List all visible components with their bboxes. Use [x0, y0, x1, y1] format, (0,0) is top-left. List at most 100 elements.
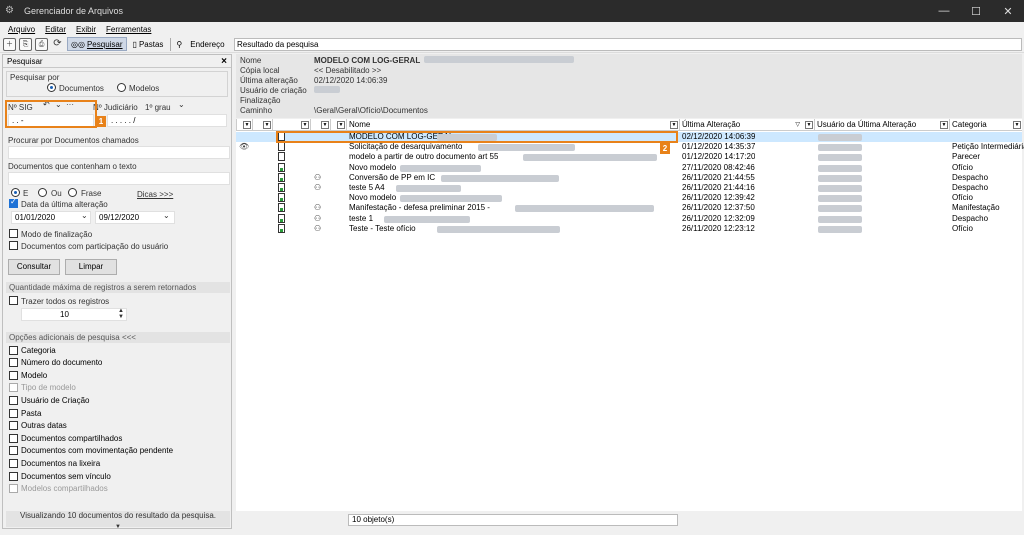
- menu-arquivo[interactable]: Arquivo: [8, 25, 35, 34]
- refresh-icon[interactable]: ⟳: [51, 38, 64, 51]
- op-or-radio[interactable]: [38, 188, 47, 198]
- row-date: 27/11/2020 08:42:46: [682, 162, 755, 172]
- option-row[interactable]: Usuário de Criação: [9, 394, 89, 406]
- seal-icon: ⚇: [314, 172, 322, 182]
- menu-exibir[interactable]: Exibir: [76, 25, 96, 34]
- option-row[interactable]: Documentos compartilhados: [9, 432, 122, 444]
- option-row[interactable]: Número do documento: [9, 357, 102, 369]
- redacted-user: [818, 164, 862, 172]
- row-name: teste 5 A4: [349, 183, 385, 192]
- table-row[interactable]: Novo modelo 27/11/2020 08:42:46 Ofício: [236, 162, 1022, 173]
- toolbar-divider: [170, 37, 172, 51]
- table-row[interactable]: 👁 Solicitação de desarquivamento 01/12/202…: [236, 142, 1024, 152]
- option-row[interactable]: Modelo: [9, 369, 47, 381]
- menu-ferramentas[interactable]: Ferramentas: [106, 25, 151, 34]
- additional-options-section[interactable]: Opções adicionais de pesquisa <<<: [6, 332, 230, 343]
- option-checkbox[interactable]: [9, 395, 18, 405]
- consult-button[interactable]: Consultar: [8, 259, 60, 275]
- participation-checkbox[interactable]: [9, 241, 18, 251]
- bring-all-checkbox[interactable]: [9, 296, 18, 306]
- prop-creator-row: Usuário de criação: [240, 86, 340, 96]
- redacted-user: [818, 205, 862, 213]
- col-last-user-header[interactable]: Usuário da Última Alteração ▼: [814, 119, 949, 131]
- copy-icon[interactable]: ⎘: [19, 37, 32, 51]
- option-checkbox[interactable]: [9, 433, 18, 443]
- new-document-icon[interactable]: ＋: [3, 37, 16, 51]
- grade-dropdown-icon[interactable]: ⌄: [178, 100, 185, 109]
- option-checkbox[interactable]: [9, 345, 18, 355]
- minimize-button[interactable]: —: [928, 0, 960, 22]
- col-view-header[interactable]: ▼: [252, 119, 272, 131]
- max-records-input[interactable]: 10: [21, 308, 127, 321]
- document-icon: [278, 142, 285, 152]
- clear-button[interactable]: Limpar: [65, 259, 117, 275]
- tips-link[interactable]: Dicas >>>: [137, 190, 173, 199]
- view-icon[interactable]: 👁: [239, 142, 249, 151]
- prop-last-change-label: Última alteração: [240, 76, 298, 85]
- prop-local-copy-row: Cópia local << Desabilitado >>: [240, 66, 381, 76]
- option-checkbox[interactable]: [9, 358, 18, 368]
- option-checkbox[interactable]: [9, 446, 18, 456]
- option-label: Categoria: [21, 345, 56, 355]
- option-row[interactable]: Categoria: [9, 344, 56, 356]
- results-grid: MODELO COM LOG-GERAL 02/12/2020 14:06:39 👁…: [236, 131, 1024, 511]
- print-icon[interactable]: ⎙: [35, 37, 48, 51]
- date-to-dropdown-icon[interactable]: ⌄: [163, 211, 170, 220]
- close-panel-icon[interactable]: ×: [221, 56, 227, 67]
- judicial-input[interactable]: . . . . . /: [107, 114, 227, 127]
- seal-icon: ⚇: [314, 223, 322, 233]
- last-change-checkbox[interactable]: [9, 197, 18, 209]
- option-label: Documentos sem vínculo: [21, 471, 111, 481]
- option-checkbox[interactable]: [9, 421, 18, 431]
- table-row[interactable]: ⚇ Conversão de PP em IC 26/11/2020 21:44:5…: [236, 172, 1022, 183]
- option-row[interactable]: Documentos na lixeira: [9, 457, 100, 469]
- date-from-dropdown-icon[interactable]: ⌄: [81, 211, 88, 220]
- window-title: Gerenciador de Arquivos: [24, 6, 124, 16]
- search-toggle-button[interactable]: ◎◎ Pesquisar: [67, 37, 127, 51]
- col-expand-header[interactable]: ▼: [236, 119, 252, 131]
- folders-toggle-button[interactable]: ▯ Pastas: [130, 37, 167, 51]
- option-row[interactable]: Documentos com movimentação pendente: [9, 445, 173, 457]
- table-row[interactable]: ⚇ Manifestação - defesa preliminar 2015 -…: [236, 203, 1022, 213]
- option-checkbox[interactable]: [9, 471, 18, 481]
- menu-editar[interactable]: Editar: [45, 25, 66, 34]
- option-label: Documentos compartilhados: [21, 433, 123, 443]
- col-seal-header[interactable]: ▼: [310, 119, 330, 131]
- table-row[interactable]: Novo modelo 26/11/2020 12:39:42 Ofício: [236, 193, 1022, 203]
- finalization-checkbox[interactable]: [9, 229, 18, 239]
- option-checkbox[interactable]: [9, 370, 18, 380]
- maximize-button[interactable]: ☐: [960, 0, 992, 22]
- grid-header: ▼ ▼ ▼ ▼ ▼ Nome ▼ Última Alteração ▽ ▼ Usuár…: [236, 119, 1022, 131]
- option-checkbox[interactable]: [9, 458, 18, 468]
- option-row[interactable]: Documentos sem vínculo: [9, 470, 111, 482]
- op-and-radio[interactable]: [11, 188, 20, 198]
- documents-radio[interactable]: [47, 83, 56, 93]
- option-label: Outras datas: [21, 421, 67, 431]
- table-row[interactable]: ⚇ teste 5 A4 26/11/2020 21:44:16 Despacho: [236, 183, 1022, 193]
- table-row[interactable]: modelo a partir de outro documento art 5…: [236, 152, 1022, 162]
- option-row[interactable]: Pasta: [9, 407, 41, 419]
- redacted-user: [818, 154, 862, 162]
- address-field[interactable]: Resultado da pesquisa: [234, 38, 1022, 51]
- col-last-change-header[interactable]: Última Alteração ▽ ▼: [679, 119, 814, 131]
- folder-icon: ▯: [132, 39, 137, 49]
- models-radio[interactable]: [117, 83, 126, 93]
- col-extra-header[interactable]: ▼: [330, 119, 346, 131]
- table-row[interactable]: ⚇ Teste - Teste ofício 26/11/2020 12:23:12…: [236, 223, 1022, 234]
- table-row[interactable]: ⚇ teste 1 26/11/2020 12:32:09 Despacho: [236, 213, 1022, 224]
- option-checkbox[interactable]: [9, 408, 18, 418]
- close-button[interactable]: ✕: [992, 0, 1024, 22]
- search-panel: Pesquisar × Pesquisar por Documentos Mod…: [2, 54, 232, 530]
- col-doc-header[interactable]: ▼: [272, 119, 310, 131]
- date-from-input[interactable]: 01/01/2020: [11, 211, 91, 224]
- option-row[interactable]: Outras datas: [9, 420, 67, 432]
- search-toggle-label: Pesquisar: [86, 39, 123, 49]
- pin-icon[interactable]: ⚲: [173, 37, 185, 51]
- spinner-icon[interactable]: ▲ ▼: [118, 308, 124, 320]
- expand-down-icon[interactable]: ▼: [115, 524, 121, 530]
- contains-text-input[interactable]: [8, 172, 230, 185]
- search-called-input[interactable]: [8, 146, 230, 159]
- op-phrase-radio[interactable]: [68, 188, 77, 198]
- col-category-header[interactable]: Categoria ▼: [949, 119, 1022, 131]
- col-name-header[interactable]: Nome ▼: [346, 119, 679, 131]
